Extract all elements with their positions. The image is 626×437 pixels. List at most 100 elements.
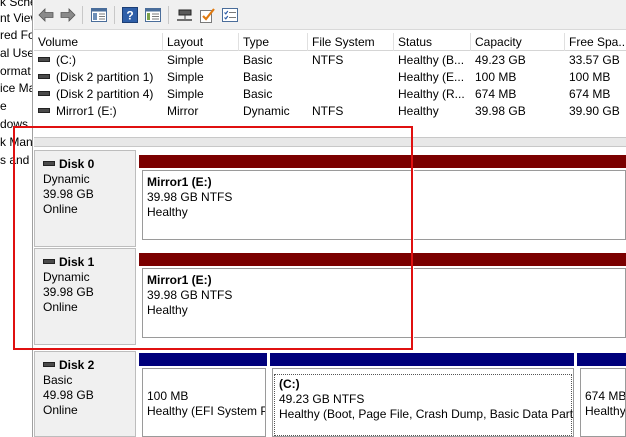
disk-name: Disk 2 (43, 358, 135, 373)
free-space-cell: 100 MB (569, 70, 611, 84)
column-header-layout[interactable]: Layout (163, 33, 239, 51)
partition-status: Healthy (147, 303, 188, 317)
disk-size: 39.98 GB (43, 285, 94, 299)
file-system-cell: NTFS (312, 104, 344, 118)
mirror-volume-bar (139, 155, 626, 168)
tree-item[interactable]: al Use (0, 46, 32, 60)
disk-0-label[interactable]: Disk 0 Dynamic 39.98 GB Online (34, 150, 136, 247)
capacity-cell: 49.23 GB (475, 53, 526, 67)
column-header-volume[interactable]: Volume (34, 33, 163, 51)
disk-2-label[interactable]: Disk 2 Basic 49.98 GB Online (34, 351, 136, 437)
disk-icon (43, 362, 55, 367)
capacity-cell: 100 MB (475, 70, 517, 84)
file-system-cell (308, 86, 394, 103)
disk-icon (43, 161, 55, 166)
disk-graphical-view: Disk 0 Dynamic 39.98 GB Online Mirror1 (… (34, 148, 626, 437)
partition-status: Healthy (Boot, Page File, Crash Dump, Ba… (279, 407, 574, 421)
free-space-cell: 33.57 GB (569, 53, 620, 67)
free-space-cell: 39.90 GB (569, 104, 620, 118)
disk-1-label[interactable]: Disk 1 Dynamic 39.98 GB Online (34, 248, 136, 345)
status-cell: Healthy (398, 104, 439, 118)
efi-system-partition[interactable]: 100 MB Healthy (EFI System P (142, 368, 266, 437)
volume-row[interactable]: (Disk 2 partition 1) Simple Basic Health… (34, 69, 626, 86)
partition-size: 674 MB (585, 389, 626, 403)
disk-name: Disk 1 (43, 255, 135, 270)
column-header-type[interactable]: Type (239, 33, 308, 51)
volume-row[interactable]: (Disk 2 partition 4) Simple Basic Health… (34, 86, 626, 103)
partition-title: Mirror1 (E:) (147, 175, 212, 189)
disk-type: Dynamic (43, 270, 90, 284)
drive-icon (38, 57, 50, 63)
free-space-cell: 674 MB (569, 87, 611, 101)
volume-cell: Mirror1 (E:) (34, 103, 163, 120)
recovery-partition[interactable]: 674 MB Healthy (580, 368, 626, 437)
connect-icon[interactable] (175, 6, 193, 24)
mirror-volume-bar (139, 253, 626, 266)
partition-title: (C:) (279, 377, 300, 391)
forward-arrow-icon[interactable] (59, 6, 77, 24)
status-cell: Healthy (R... (398, 87, 465, 101)
toolbar-separator (82, 6, 83, 24)
type-cell: Basic (243, 87, 273, 101)
file-system-cell (308, 69, 394, 86)
tree-item[interactable]: red Fo (0, 28, 32, 42)
partition-size: 39.98 GB NTFS (147, 288, 233, 302)
primary-partition-bar (577, 353, 626, 366)
partition-title: Mirror1 (E:) (147, 273, 212, 287)
selected-partition-outline: (C:) 49.23 GB NTFS Healthy (Boot, Page F… (274, 374, 574, 436)
column-header-file-system[interactable]: File System (308, 33, 394, 51)
disk-status: Online (43, 202, 78, 216)
unallocated-region (414, 170, 626, 240)
disk-type: Basic (43, 373, 73, 387)
tree-item[interactable]: e (0, 99, 7, 113)
tree-item[interactable]: nt View (0, 11, 32, 25)
primary-partition-bar (270, 353, 574, 366)
column-header-status[interactable]: Status (394, 33, 471, 51)
status-cell: Healthy (E... (398, 70, 465, 84)
tree-item[interactable]: k Mana (0, 135, 32, 149)
type-cell: Basic (243, 53, 273, 67)
check-disk-icon[interactable] (198, 6, 216, 24)
disk-size: 39.98 GB (43, 187, 94, 201)
back-arrow-icon[interactable] (37, 6, 55, 24)
svg-text:?: ? (126, 9, 133, 23)
show-hide-console-tree-icon[interactable] (90, 6, 108, 24)
partition-size: 39.98 GB NTFS (147, 190, 233, 204)
layout-cell: Mirror (167, 104, 199, 118)
toolbar-separator (168, 6, 169, 24)
disk-status: Online (43, 300, 78, 314)
tree-item[interactable]: k Sche (0, 0, 32, 9)
drive-icon (38, 91, 50, 97)
partition-status: Healthy (EFI System P (147, 404, 266, 418)
partition-size: 49.23 GB NTFS (279, 392, 365, 406)
boot-partition[interactable]: (C:) 49.23 GB NTFS Healthy (Boot, Page F… (272, 368, 574, 437)
volume-row[interactable]: Mirror1 (E:) Mirror Dynamic NTFS Healthy… (34, 103, 626, 120)
settings-list-icon[interactable] (221, 6, 239, 24)
capacity-cell: 674 MB (475, 87, 517, 101)
tree-item[interactable]: ice Ma (0, 81, 32, 95)
properties-icon[interactable] (144, 6, 162, 24)
layout-cell: Simple (167, 53, 204, 67)
disk-type: Dynamic (43, 172, 90, 186)
mirror-volume-partition[interactable]: Mirror1 (E:) 39.98 GB NTFS Healthy (142, 268, 413, 338)
tree-item[interactable]: s and A (0, 153, 32, 167)
toolbar: ? (34, 0, 626, 30)
volume-cell: (Disk 2 partition 1) (34, 69, 163, 86)
type-cell: Dynamic (243, 104, 290, 118)
volume-row[interactable]: (C:) Simple Basic NTFS Healthy (B... 49.… (34, 52, 626, 69)
column-header-free-space[interactable]: Free Spa... (565, 33, 626, 51)
layout-cell: Simple (167, 70, 204, 84)
tree-item[interactable]: dows (0, 117, 28, 131)
disk-status: Online (43, 403, 78, 417)
column-header-capacity[interactable]: Capacity (471, 33, 565, 51)
pane-splitter[interactable] (34, 137, 626, 147)
partition-status: Healthy (147, 205, 188, 219)
disk-icon (43, 259, 55, 264)
partition-size: 100 MB (147, 389, 189, 403)
disk-name: Disk 0 (43, 157, 135, 172)
help-icon[interactable]: ? (121, 6, 139, 24)
file-system-cell: NTFS (312, 53, 344, 67)
tree-item[interactable]: ormat (0, 64, 31, 78)
partition-status: Healthy (585, 404, 626, 418)
mirror-volume-partition[interactable]: Mirror1 (E:) 39.98 GB NTFS Healthy (142, 170, 413, 240)
